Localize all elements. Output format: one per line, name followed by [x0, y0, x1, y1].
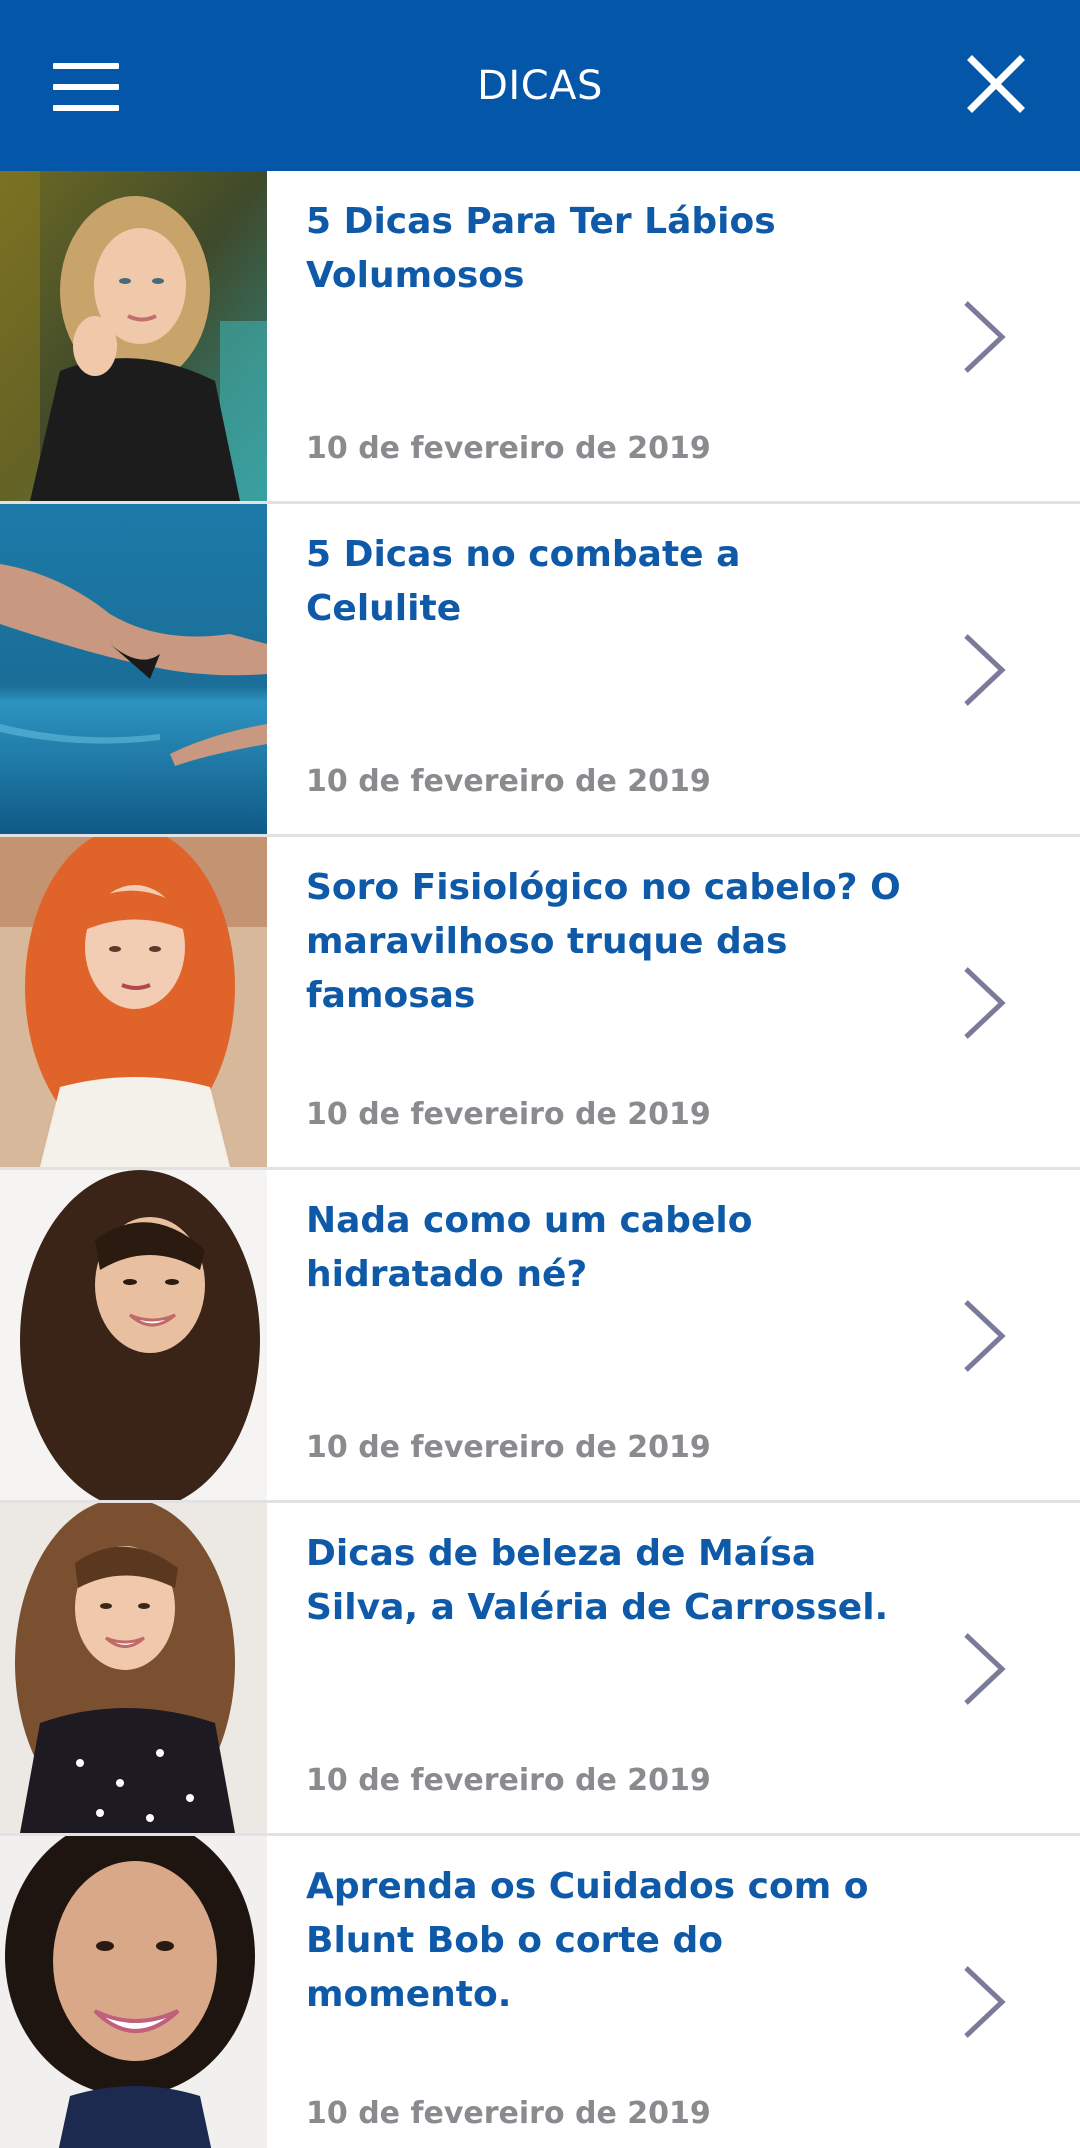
chevron-right-icon — [958, 1631, 1008, 1707]
article-date: 10 de fevereiro de 2019 — [306, 764, 711, 799]
article-title: 5 Dicas Para Ter Lábios Volumosos — [306, 201, 776, 296]
article-list-item[interactable]: Soro Fisiológico no cabelo? O maravilhos… — [0, 837, 1080, 1170]
article-list-item[interactable]: 5 Dicas no combate a Celulite 10 de feve… — [0, 504, 1080, 837]
article-title: Dicas de beleza de Maísa Silva, a Valéri… — [306, 1533, 889, 1628]
article-title: 5 Dicas no combate a Celulite — [306, 534, 741, 629]
article-date: 10 de fevereiro de 2019 — [306, 2096, 711, 2131]
article-thumbnail — [0, 1503, 267, 1833]
chevron-right-icon — [958, 632, 1008, 708]
article-thumbnail — [0, 837, 267, 1167]
article-thumbnail — [0, 1836, 267, 2148]
article-date: 10 de fevereiro de 2019 — [306, 1430, 711, 1465]
article-list-item[interactable]: Nada como um cabelo hidratado né? 10 de … — [0, 1170, 1080, 1503]
article-list-item[interactable]: Dicas de beleza de Maísa Silva, a Valéri… — [0, 1503, 1080, 1836]
article-title: Soro Fisiológico no cabelo? O maravilhos… — [306, 867, 901, 1016]
chevron-right-icon — [958, 965, 1008, 1041]
close-icon[interactable] — [958, 46, 1034, 122]
article-thumbnail — [0, 171, 267, 501]
hamburger-menu-icon[interactable] — [44, 55, 128, 119]
article-list: 5 Dicas Para Ter Lábios Volumosos 10 de … — [0, 171, 1080, 2148]
article-date: 10 de fevereiro de 2019 — [306, 1097, 711, 1132]
top-app-bar: DICAS — [0, 0, 1080, 171]
article-thumbnail — [0, 1170, 267, 1500]
article-date: 10 de fevereiro de 2019 — [306, 1763, 711, 1798]
chevron-right-icon — [958, 1298, 1008, 1374]
page-title: DICAS — [477, 63, 603, 109]
chevron-right-icon — [958, 1964, 1008, 2040]
article-title: Nada como um cabelo hidratado né? — [306, 1200, 753, 1295]
article-list-item[interactable]: 5 Dicas Para Ter Lábios Volumosos 10 de … — [0, 171, 1080, 504]
article-date: 10 de fevereiro de 2019 — [306, 431, 711, 466]
article-list-item[interactable]: Aprenda os Cuidados com o Blunt Bob o co… — [0, 1836, 1080, 2148]
app-screen: DICAS 5 Dicas Para Ter Lábios Volumosos … — [0, 0, 1080, 2148]
article-thumbnail — [0, 504, 267, 834]
chevron-right-icon — [958, 299, 1008, 375]
article-title: Aprenda os Cuidados com o Blunt Bob o co… — [306, 1866, 869, 2015]
